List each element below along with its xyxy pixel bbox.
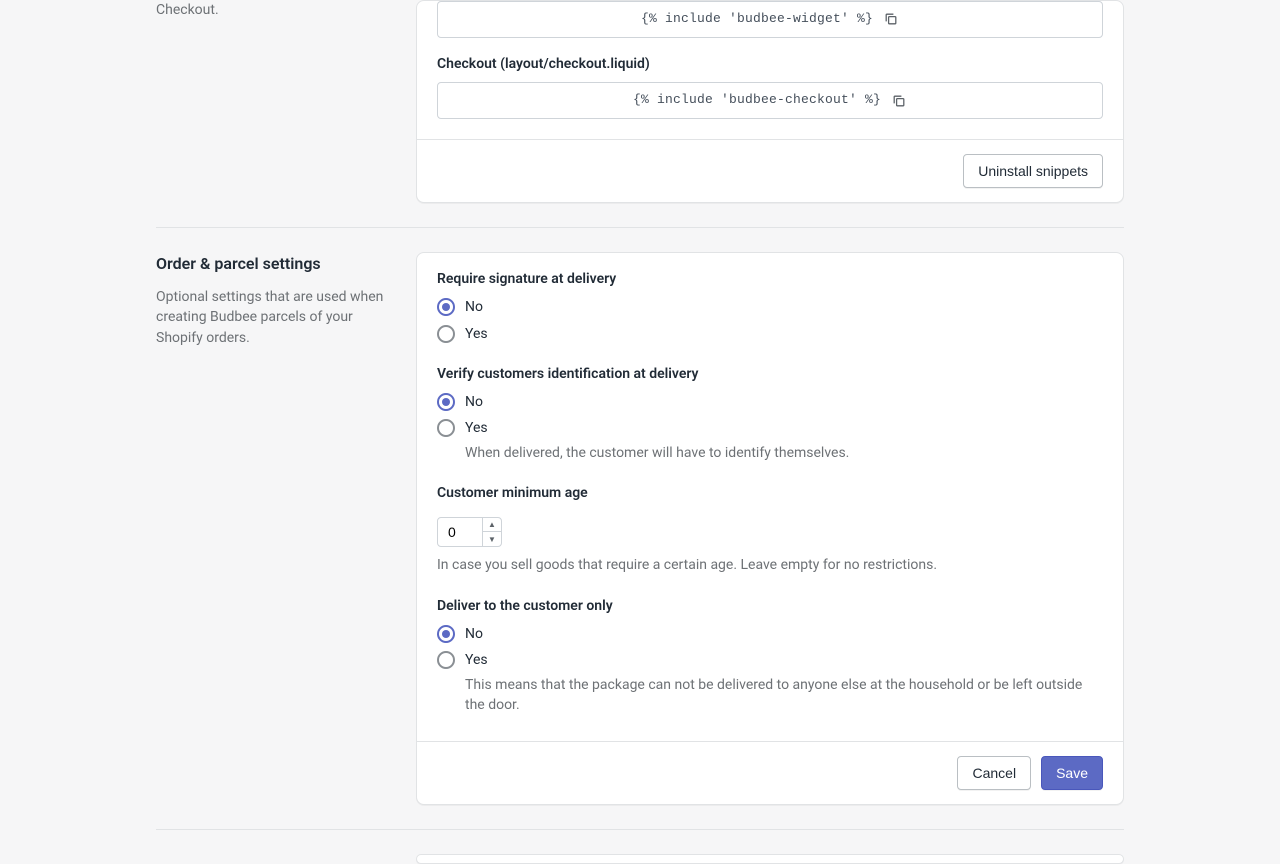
signature-radio-yes[interactable] xyxy=(437,325,455,343)
signature-label: Require signature at delivery xyxy=(437,269,1103,289)
customer-only-label: Deliver to the customer only xyxy=(437,596,1103,616)
verify-id-label: Verify customers identification at deliv… xyxy=(437,364,1103,384)
cancel-button[interactable]: Cancel xyxy=(957,756,1031,790)
widget-code-block: {% include 'budbee-widget' %} xyxy=(437,1,1103,38)
signature-radio-no[interactable] xyxy=(437,298,455,316)
checkout-snippet-label: Checkout (layout/checkout.liquid) xyxy=(437,54,1103,74)
min-age-step-up[interactable]: ▲ xyxy=(483,518,501,532)
min-age-label: Customer minimum age xyxy=(437,483,1103,503)
min-age-input[interactable] xyxy=(438,518,482,546)
verify-id-radio-no[interactable] xyxy=(437,393,455,411)
uninstall-snippets-button[interactable]: Uninstall snippets xyxy=(963,154,1103,188)
snippets-card: {% include 'budbee-widget' %} Checkout (… xyxy=(416,0,1124,203)
min-age-step-down[interactable]: ▼ xyxy=(483,532,501,546)
verify-id-yes-help: When delivered, the customer will have t… xyxy=(465,443,849,463)
verify-id-yes-label[interactable]: Yes xyxy=(465,418,849,438)
customer-only-yes-help: This means that the package can not be d… xyxy=(465,675,1103,716)
snippets-intro-fragment: Checkout. xyxy=(156,0,392,20)
verify-id-no-label[interactable]: No xyxy=(465,392,483,412)
min-age-stepper: ▲ ▼ xyxy=(437,517,502,547)
copy-icon[interactable] xyxy=(883,11,899,27)
verify-id-radio-yes[interactable] xyxy=(437,419,455,437)
customer-only-no-label[interactable]: No xyxy=(465,624,483,644)
copy-icon[interactable] xyxy=(891,93,907,109)
min-age-help: In case you sell goods that require a ce… xyxy=(437,555,1103,575)
next-card-stub xyxy=(416,854,1124,864)
signature-yes-label[interactable]: Yes xyxy=(465,324,488,344)
customer-only-yes-label[interactable]: Yes xyxy=(465,650,1103,670)
order-settings-description: Optional settings that are used when cre… xyxy=(156,287,392,348)
widget-code: {% include 'budbee-widget' %} xyxy=(641,10,873,29)
checkout-code-block: {% include 'budbee-checkout' %} xyxy=(437,82,1103,119)
customer-only-radio-no[interactable] xyxy=(437,625,455,643)
order-settings-card: Require signature at delivery No Yes Ver… xyxy=(416,252,1124,805)
order-settings-title: Order & parcel settings xyxy=(156,252,392,275)
save-button[interactable]: Save xyxy=(1041,756,1103,790)
customer-only-radio-yes[interactable] xyxy=(437,651,455,669)
checkout-code: {% include 'budbee-checkout' %} xyxy=(633,91,881,110)
signature-no-label[interactable]: No xyxy=(465,297,483,317)
